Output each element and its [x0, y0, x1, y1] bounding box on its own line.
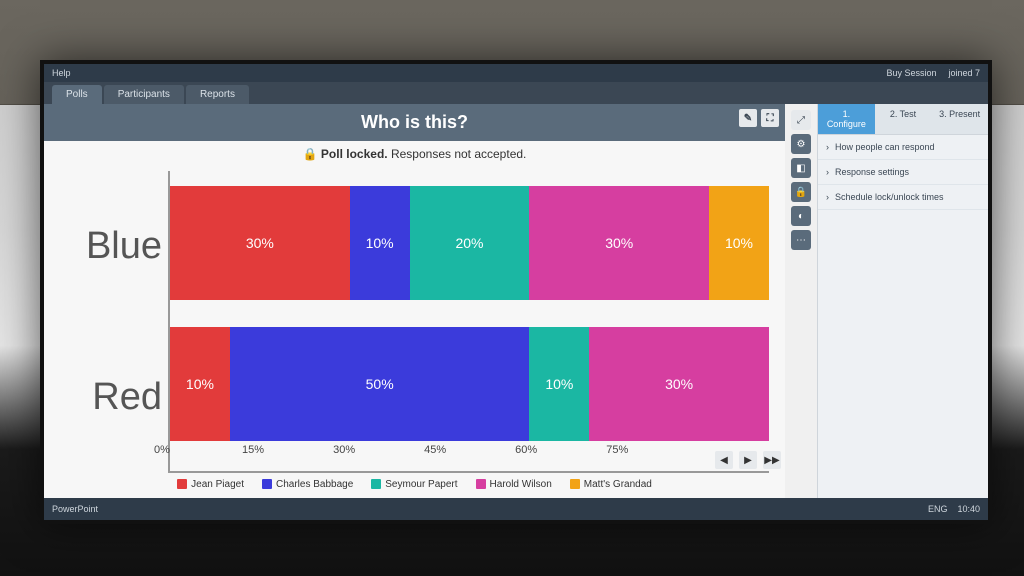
legend-swatch — [570, 479, 580, 489]
fullscreen-button[interactable]: ⛶ — [761, 109, 779, 127]
xaxis-tick: 0% — [154, 444, 170, 456]
vertical-toolbar: ⤢ ⚙ ◧ 🔒 ◐ ⋯ — [785, 104, 817, 498]
segment: 10% — [170, 327, 230, 441]
expand-icon[interactable]: ⤢ — [791, 110, 811, 130]
chart-xaxis: 0%15%30%45%60%75% — [162, 444, 769, 460]
legend-item: Matt's Grandad — [570, 479, 652, 490]
sidetab-present[interactable]: 3. Present — [931, 104, 988, 134]
taskbar-clock: 10:40 — [957, 504, 980, 514]
legend-item: Harold Wilson — [476, 479, 552, 490]
side-item-respond[interactable]: ›How people can respond — [818, 135, 988, 160]
more-icon[interactable]: ⋯ — [791, 230, 811, 250]
legend-swatch — [371, 479, 381, 489]
os-taskbar: PowerPoint ENG 10:40 — [44, 498, 988, 520]
poll-lock-status: 🔒 Poll locked. Responses not accepted. — [44, 141, 785, 167]
xaxis-tick: 15% — [242, 444, 264, 456]
legend-item: Jean Piaget — [177, 479, 244, 490]
legend-swatch — [262, 479, 272, 489]
edit-button[interactable]: ✎ — [739, 109, 757, 127]
hide-icon[interactable]: ◐ — [791, 206, 811, 226]
legend-swatch — [476, 479, 486, 489]
tab-participants[interactable]: Participants — [104, 85, 184, 104]
projected-screen: Help Buy Session joined 7 Polls Particip… — [40, 60, 992, 524]
topbar-help[interactable]: Help — [52, 68, 71, 78]
main-panel: Who is this? ✎ ⛶ 🔒 Poll locked. Response… — [44, 104, 785, 498]
xaxis-tick: 45% — [424, 444, 446, 456]
chart-legend: Jean Piaget Charles Babbage Seymour Papert… — [44, 473, 785, 498]
app-topbar: Help Buy Session joined 7 — [44, 64, 988, 82]
chart-area: Blue Red 30%10%20%30%10%10%50%10%30% ◀ ▶… — [44, 167, 785, 473]
lock-label-bold: Poll locked. — [321, 147, 388, 161]
taskbar-app[interactable]: PowerPoint — [52, 504, 98, 514]
segment: 10% — [709, 186, 769, 300]
settings-icon[interactable]: ⚙ — [791, 134, 811, 154]
stacked-bars: 30%10%20%30%10%10%50%10%30% — [168, 171, 769, 473]
lock-label-rest: Responses not accepted. — [391, 147, 526, 161]
category-label-red: Red — [92, 376, 162, 419]
visual-icon[interactable]: ◧ — [791, 158, 811, 178]
side-item-response-settings[interactable]: ›Response settings — [818, 160, 988, 185]
legend-item: Seymour Papert — [371, 479, 457, 490]
segment: 10% — [529, 327, 589, 441]
topbar-joined: joined 7 — [948, 68, 980, 78]
category-label-blue: Blue — [86, 225, 162, 268]
xaxis-tick: 75% — [606, 444, 628, 456]
segment: 10% — [350, 186, 410, 300]
main-tabs: Polls Participants Reports — [44, 82, 988, 104]
bar-row-blue: 30%10%20%30%10% — [170, 186, 769, 300]
legend-item: Charles Babbage — [262, 479, 353, 490]
side-panel: 1. Configure 2. Test 3. Present ›How peo… — [817, 104, 988, 498]
sidetab-test[interactable]: 2. Test — [875, 104, 932, 134]
lock-icon-btn[interactable]: 🔒 — [791, 182, 811, 202]
topbar-buy[interactable]: Buy Session — [886, 68, 936, 78]
segment: 30% — [529, 186, 709, 300]
segment: 30% — [170, 186, 350, 300]
side-item-schedule[interactable]: ›Schedule lock/unlock times — [818, 185, 988, 210]
taskbar-lang[interactable]: ENG — [928, 504, 948, 514]
xaxis-tick: 30% — [333, 444, 355, 456]
tab-reports[interactable]: Reports — [186, 85, 249, 104]
legend-swatch — [177, 479, 187, 489]
sidetab-configure[interactable]: 1. Configure — [818, 104, 875, 134]
segment: 30% — [589, 327, 769, 441]
segment: 20% — [410, 186, 530, 300]
xaxis-tick: 60% — [515, 444, 537, 456]
bar-row-red: 10%50%10%30% — [170, 327, 769, 441]
segment: 50% — [230, 327, 530, 441]
poll-title-text: Who is this? — [361, 112, 468, 132]
poll-title: Who is this? ✎ ⛶ — [44, 104, 785, 141]
lock-icon: 🔒 — [303, 147, 318, 161]
tab-polls[interactable]: Polls — [52, 85, 102, 104]
